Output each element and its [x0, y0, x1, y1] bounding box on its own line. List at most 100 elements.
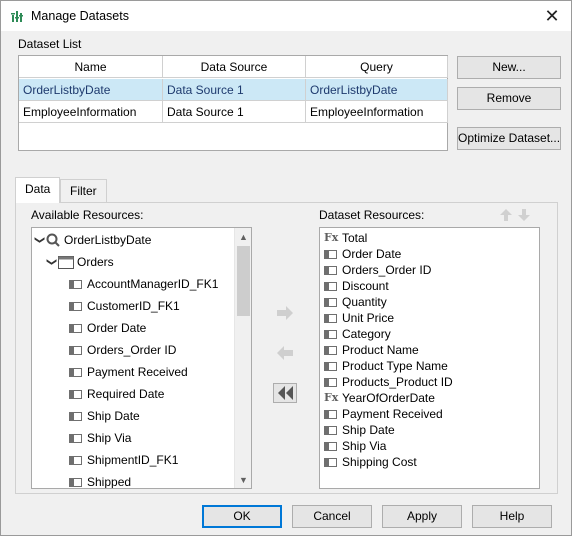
- help-button[interactable]: Help: [472, 505, 552, 528]
- column-header-data-source[interactable]: Data Source: [163, 56, 306, 78]
- list-item-label: Product Type Name: [342, 359, 448, 373]
- tab-data[interactable]: Data: [15, 177, 61, 203]
- column-icon: [324, 441, 337, 451]
- chevron-down-icon[interactable]: ❯: [32, 235, 47, 245]
- list-item-label: Product Name: [342, 343, 419, 357]
- remove-button[interactable]: Remove: [457, 87, 561, 110]
- list-item-label: Category: [342, 327, 391, 341]
- list-item[interactable]: Products_Product ID: [324, 374, 453, 390]
- window-title: Manage Datasets: [31, 9, 129, 23]
- formula-icon: Fx: [324, 231, 339, 244]
- column-icon: [324, 409, 337, 419]
- list-item-label: Total: [342, 231, 368, 245]
- close-icon[interactable]: ✕: [541, 5, 563, 27]
- scrollbar-thumb[interactable]: [237, 246, 250, 316]
- double-arrow-left-icon: [278, 386, 293, 400]
- column-icon: [324, 313, 337, 323]
- tree-item-column[interactable]: AccountManagerID_FK1: [69, 276, 218, 292]
- arrow-left-icon: [277, 346, 293, 360]
- tree-item-query[interactable]: ❯ OrderListbyDate: [34, 232, 151, 248]
- list-item[interactable]: Unit Price: [324, 310, 394, 326]
- list-item-label: Order Date: [342, 247, 402, 261]
- optimize-dataset-button[interactable]: Optimize Dataset...: [457, 127, 561, 150]
- tree-item-label: Orders: [77, 255, 114, 269]
- column-icon: [324, 265, 337, 275]
- list-item[interactable]: Category: [324, 326, 391, 342]
- column-icon: [69, 279, 82, 289]
- list-item[interactable]: Ship Via: [324, 438, 386, 454]
- tree-item-table[interactable]: ❯ Orders: [46, 254, 114, 270]
- column-icon: [69, 323, 82, 333]
- list-item[interactable]: Discount: [324, 278, 389, 294]
- list-item[interactable]: Fx YearOfOrderDate: [324, 390, 435, 406]
- table-header: Name Data Source Query: [19, 56, 448, 78]
- column-icon: [69, 411, 82, 421]
- add-arrow-button[interactable]: [274, 303, 296, 323]
- cancel-button[interactable]: Cancel: [292, 505, 372, 528]
- column-icon: [69, 301, 82, 311]
- list-item[interactable]: Orders_Order ID: [324, 262, 431, 278]
- list-item-label: Shipping Cost: [342, 455, 417, 469]
- table-cell: EmployeeInformation: [306, 101, 448, 123]
- table-cell: Data Source 1: [163, 101, 306, 123]
- list-item-label: Orders_Order ID: [342, 263, 432, 277]
- tree-item-column[interactable]: Order Date: [69, 320, 146, 336]
- tree-item-label: Order Date: [87, 321, 147, 335]
- column-header-query[interactable]: Query: [306, 56, 448, 78]
- tree-item-label: ShipmentID_FK1: [87, 453, 179, 467]
- table-row[interactable]: OrderListbyDate Data Source 1 OrderListb…: [19, 79, 448, 101]
- available-resources-tree[interactable]: ❯ OrderListbyDate ❯ Orders AccountManage…: [31, 227, 252, 489]
- list-item[interactable]: Ship Date: [324, 422, 395, 438]
- list-item[interactable]: Fx Total: [324, 230, 367, 246]
- remove-arrow-button[interactable]: [274, 343, 296, 363]
- table-icon: [58, 255, 74, 269]
- tree-item-column[interactable]: Required Date: [69, 386, 164, 402]
- tree-item-label: Payment Received: [87, 365, 188, 379]
- reorder-buttons: [498, 207, 534, 223]
- tree-item-label: Ship Date: [87, 409, 140, 423]
- title-bar: Manage Datasets ✕: [1, 1, 571, 31]
- column-header-name[interactable]: Name: [19, 56, 163, 78]
- tree-item-label: Orders_Order ID: [87, 343, 177, 357]
- chevron-down-icon[interactable]: ❯: [43, 257, 59, 267]
- tree-item-column[interactable]: Shipped: [69, 474, 131, 488]
- dataset-resources-list[interactable]: Fx Total Order Date Orders_Order ID Discount…: [319, 227, 540, 489]
- list-item-label: Payment Received: [342, 407, 443, 421]
- apply-button[interactable]: Apply: [382, 505, 462, 528]
- list-item-label: Quantity: [342, 295, 387, 309]
- table-cell: EmployeeInformation: [19, 101, 163, 123]
- table-row[interactable]: EmployeeInformation Data Source 1 Employ…: [19, 101, 448, 123]
- tree-item-label: CustomerID_FK1: [87, 299, 180, 313]
- new-button[interactable]: New...: [457, 56, 561, 79]
- manage-datasets-dialog: Manage Datasets ✕ Dataset List Name Data…: [0, 0, 572, 536]
- move-down-icon[interactable]: [516, 207, 532, 223]
- column-icon: [324, 457, 337, 467]
- tree-item-column[interactable]: Orders_Order ID: [69, 342, 176, 358]
- app-icon: [11, 11, 23, 22]
- tree-item-column[interactable]: Ship Via: [69, 430, 131, 446]
- list-item[interactable]: Product Type Name: [324, 358, 448, 374]
- list-item[interactable]: Shipping Cost: [324, 454, 417, 470]
- list-item[interactable]: Product Name: [324, 342, 419, 358]
- vertical-scrollbar[interactable]: ▲ ▼: [234, 228, 251, 488]
- table-cell: Data Source 1: [163, 79, 306, 101]
- column-icon: [324, 249, 337, 259]
- column-icon: [69, 345, 82, 355]
- tree-item-column[interactable]: Payment Received: [69, 364, 188, 380]
- tab-filter[interactable]: Filter: [60, 179, 107, 203]
- tree-item-label: AccountManagerID_FK1: [87, 277, 219, 291]
- move-up-icon[interactable]: [498, 207, 514, 223]
- list-item[interactable]: Order Date: [324, 246, 401, 262]
- tree-item-column[interactable]: CustomerID_FK1: [69, 298, 180, 314]
- available-resources-label: Available Resources:: [31, 208, 144, 222]
- scroll-up-icon[interactable]: ▲: [235, 228, 251, 245]
- scroll-down-icon[interactable]: ▼: [235, 471, 251, 488]
- list-item[interactable]: Payment Received: [324, 406, 443, 422]
- column-icon: [324, 297, 337, 307]
- tree-item-column[interactable]: Ship Date: [69, 408, 140, 424]
- ok-button[interactable]: OK: [202, 505, 282, 528]
- tree-item-column[interactable]: ShipmentID_FK1: [69, 452, 178, 468]
- remove-all-button[interactable]: [273, 383, 297, 403]
- list-item[interactable]: Quantity: [324, 294, 387, 310]
- column-icon: [324, 377, 337, 387]
